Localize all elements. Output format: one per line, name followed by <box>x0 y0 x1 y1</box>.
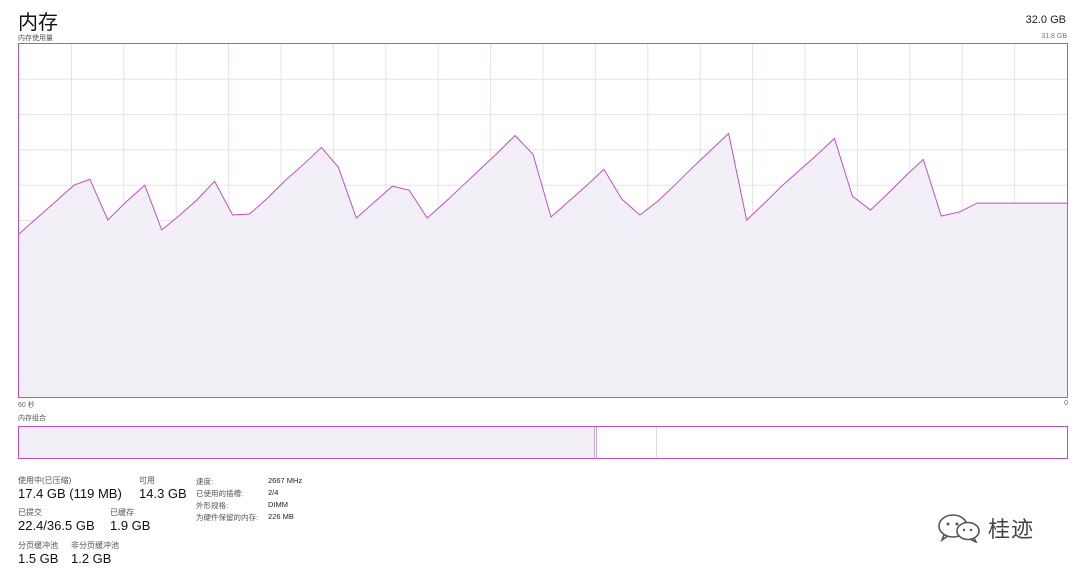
stat-in-use: 使用中(已压缩) 17.4 GB (119 MB) <box>18 476 122 502</box>
detail-reserved-label: 为硬件保留的内存: <box>196 513 259 522</box>
total-memory: 32.0 GB <box>1025 14 1066 26</box>
detail-slots-value: 2/4 <box>268 488 279 497</box>
time-axis-end: 0 <box>1064 400 1068 407</box>
composition-label: 内存组合 <box>18 415 46 422</box>
stat-available-value: 14.3 GB <box>139 486 187 501</box>
composition-divider <box>594 427 595 458</box>
stat-committed-value: 22.4/36.5 GB <box>18 518 95 533</box>
usage-label: 内存使用量 <box>18 35 53 42</box>
detail-speed-value: 2667 MHz <box>268 476 303 485</box>
detail-reserved: 为硬件保留的内存: 226 MB <box>196 512 346 524</box>
stat-available: 可用 14.3 GB <box>139 476 187 502</box>
memory-usage-graph <box>18 43 1068 398</box>
memory-usage-chart <box>19 44 1067 397</box>
memory-details: 速度: 2667 MHz 已使用的插槽: 2/4 外形规格: DIMM 为硬件保… <box>196 476 346 524</box>
usage-max-label: 31.8 GB <box>1041 33 1067 40</box>
detail-form-factor: 外形规格: DIMM <box>196 500 346 512</box>
stat-in-use-label: 使用中(已压缩) <box>18 476 72 485</box>
stat-nonpaged-pool: 非分页缓冲池 1.2 GB <box>71 541 119 567</box>
stat-in-use-value: 17.4 GB (119 MB) <box>18 486 122 501</box>
stat-committed-label: 已提交 <box>18 508 42 517</box>
stat-paged-pool: 分页缓冲池 1.5 GB <box>18 541 58 567</box>
stat-cached-value: 1.9 GB <box>110 518 151 533</box>
detail-speed-label: 速度: <box>196 477 214 486</box>
watermark: 桂迹 <box>936 512 1034 544</box>
wechat-icon <box>938 514 980 543</box>
memory-composition-bar <box>18 426 1068 459</box>
stat-cached-label: 已缓存 <box>110 508 134 517</box>
stat-cached: 已缓存 1.9 GB <box>110 508 150 534</box>
watermark-text: 桂迹 <box>988 518 1035 543</box>
detail-form-label: 外形规格: <box>196 501 229 510</box>
stat-nonpaged-pool-value: 1.2 GB <box>71 551 112 566</box>
stat-paged-pool-value: 1.5 GB <box>18 551 59 566</box>
composition-divider <box>596 427 597 458</box>
detail-slots-label: 已使用的插槽: <box>196 489 244 498</box>
stat-committed: 已提交 22.4/36.5 GB <box>18 508 95 534</box>
detail-slots: 已使用的插槽: 2/4 <box>196 488 346 500</box>
time-axis-start: 60 秒 <box>18 402 35 409</box>
composition-divider <box>656 427 657 458</box>
stat-available-label: 可用 <box>139 476 155 485</box>
detail-reserved-value: 226 MB <box>268 512 294 521</box>
stat-paged-pool-label: 分页缓冲池 <box>18 541 58 550</box>
detail-speed: 速度: 2667 MHz <box>196 476 346 488</box>
page-title: 内存 <box>18 12 58 34</box>
stat-nonpaged-pool-label: 非分页缓冲池 <box>71 541 119 550</box>
detail-form-value: DIMM <box>268 500 288 509</box>
composition-in-use <box>19 427 594 458</box>
